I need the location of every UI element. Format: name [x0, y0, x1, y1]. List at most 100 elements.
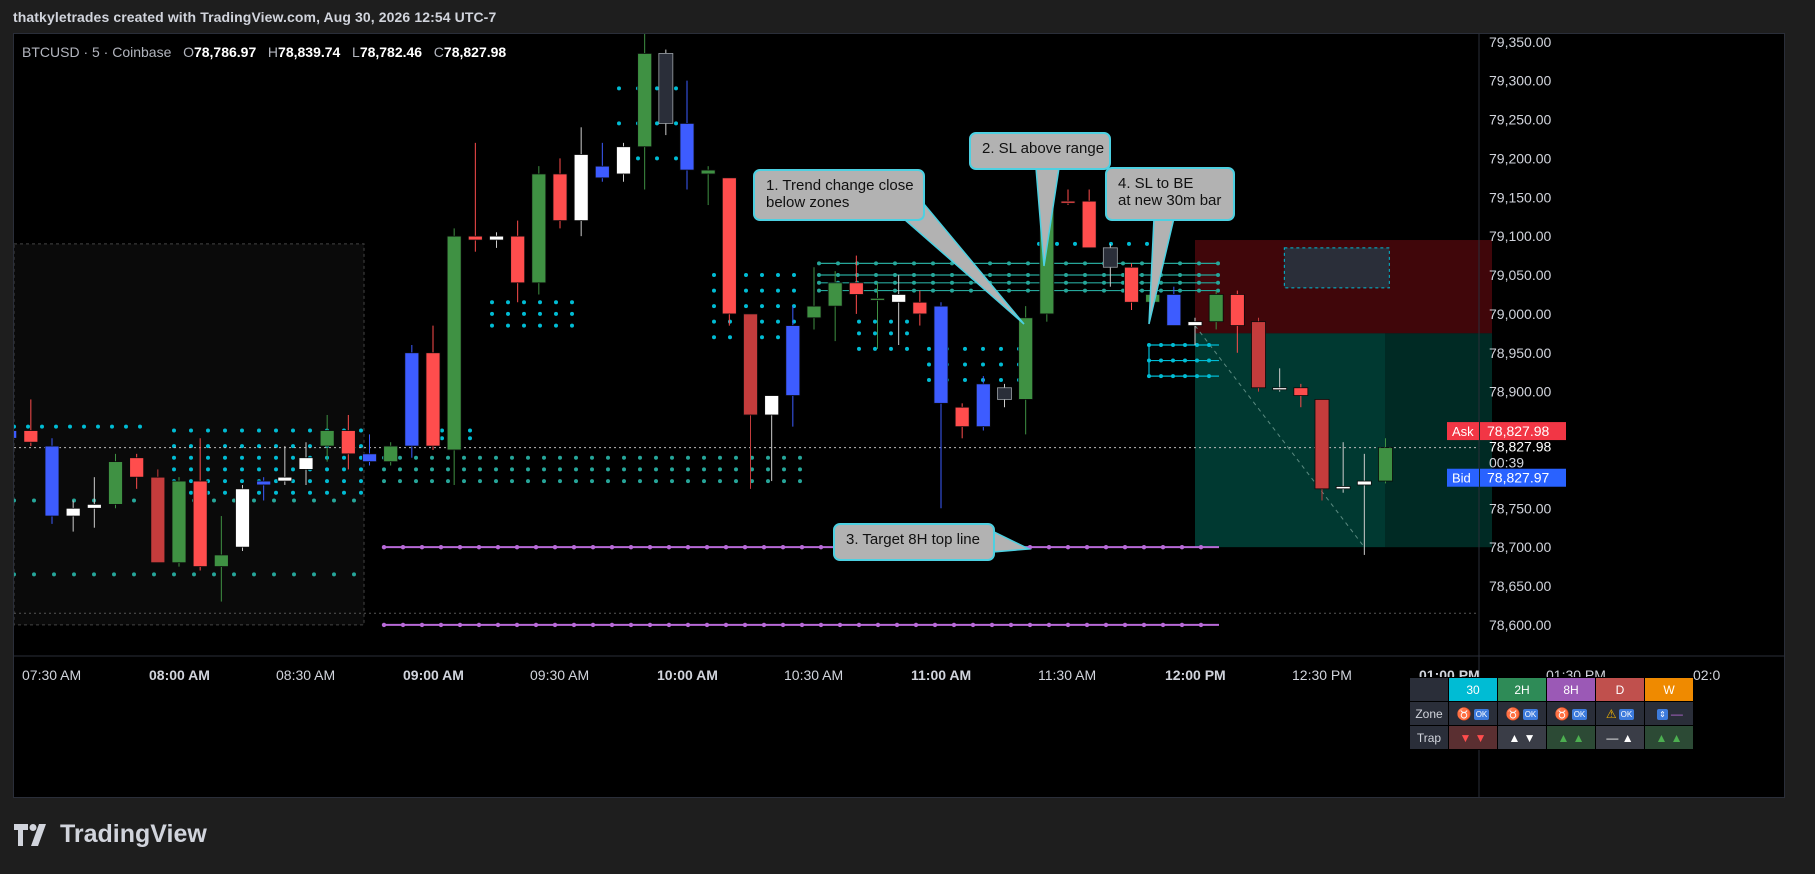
indicator-dot [382, 467, 386, 472]
resistance-dot [1102, 280, 1106, 285]
legend-symbol[interactable]: BTCUSD · 5 · Coinbase [22, 44, 171, 60]
indicator-dot [554, 323, 558, 328]
purple-dot [761, 622, 767, 628]
resistance-dot [836, 261, 840, 266]
zone-badge-2h: OK [1522, 708, 1539, 720]
purple-dot [438, 622, 444, 628]
indicator-dot [744, 304, 748, 309]
indicator-dot [670, 479, 674, 484]
time-tick-label: 11:00 AM [911, 667, 971, 683]
indicator-dot [766, 479, 770, 484]
indicator-dot [538, 300, 542, 305]
purple-dot [533, 622, 539, 628]
candle-body [870, 297, 885, 301]
candle-body [933, 305, 949, 404]
indicator-dot [223, 455, 227, 460]
price-tick-label: 79,350.00 [1489, 34, 1551, 50]
indicator-dot [905, 319, 909, 324]
indicator-dot [382, 479, 386, 484]
candle-body [298, 457, 314, 470]
indicator-dot [574, 467, 578, 472]
indicator-dot [776, 319, 780, 324]
indicator-dot [655, 121, 659, 126]
indicator-dot [776, 273, 780, 278]
indicator-dot [526, 455, 530, 460]
trap-cell-8h: ▲ ▲ [1546, 725, 1596, 750]
candle-body [14, 430, 18, 439]
candle-body [679, 123, 695, 171]
purple-dot [438, 544, 444, 550]
indicator-dot [54, 424, 58, 429]
indicator-dot [32, 498, 36, 503]
indicator-dot [963, 362, 967, 367]
indicator-dot [622, 479, 626, 484]
resistance-dot [1216, 280, 1220, 285]
purple-dot [1122, 544, 1128, 550]
resistance-dot [912, 280, 916, 285]
brand-name: TradingView [60, 820, 207, 848]
indicator-dot [873, 319, 877, 324]
indicator-dot [542, 455, 546, 460]
target-dot [1195, 343, 1199, 347]
resistance-dot [1121, 261, 1125, 266]
bar-countdown: 00:39 [1489, 455, 1524, 471]
indicator-dot [240, 467, 244, 472]
indicator-dot [927, 362, 931, 367]
resistance-dot [1140, 288, 1144, 293]
candle-body [256, 480, 272, 486]
purple-dot [647, 544, 653, 550]
target-dot [1171, 358, 1175, 363]
purple-dot [571, 544, 577, 550]
target-dot [1207, 358, 1211, 363]
candle-body [425, 352, 441, 447]
price-tick-label: 78,900.00 [1489, 384, 1551, 400]
resistance-dot [893, 261, 897, 266]
purple-dot [1084, 622, 1090, 628]
target-dot [1195, 374, 1199, 379]
indicator-dot [292, 572, 296, 577]
indicator-dot [240, 479, 244, 484]
indicator-dot [873, 331, 877, 336]
indicator-dot [510, 455, 514, 460]
indicator-dot [430, 479, 434, 484]
indicator-dot [308, 490, 312, 495]
indicator-dot [718, 479, 722, 484]
purple-dot [704, 622, 710, 628]
indicator-dot [590, 455, 594, 460]
purple-dot [894, 622, 900, 628]
callout-text: 3. Target 8H top line [846, 531, 980, 548]
indicator-dot [352, 572, 356, 577]
candle-body [1335, 486, 1351, 490]
indicator-dot [312, 498, 316, 503]
indicator-dot [670, 455, 674, 460]
indicator-dot [342, 455, 346, 460]
target-dot [1207, 343, 1211, 347]
indicator-dot [414, 479, 418, 484]
resistance-dot [893, 273, 897, 278]
candle-body [912, 301, 928, 315]
ohlc-legend: BTCUSD · 5 · Coinbase O78,786.97 H78,839… [22, 44, 506, 60]
indicator-dot [172, 572, 176, 577]
time-tick-label: 10:00 AM [657, 667, 718, 683]
indicator-dot [359, 428, 363, 433]
indicator-dot [760, 335, 764, 340]
resistance-dot [1102, 288, 1106, 293]
resistance-dot [836, 273, 840, 278]
indicator-dot [490, 323, 494, 328]
indicator-dot [325, 467, 329, 472]
indicator-dot [468, 428, 472, 433]
callout-text: 1. Trend change close [766, 177, 914, 194]
indicator-dot [712, 288, 716, 293]
indicator-dot [274, 455, 278, 460]
blocked-zone-box [1283, 247, 1390, 289]
purple-dot [704, 544, 710, 550]
resistance-dot [912, 273, 916, 278]
legend-close-value: 78,827.98 [443, 44, 507, 60]
candle-body [848, 282, 864, 295]
tradingview-logo-icon [14, 823, 46, 846]
resistance-dot [1083, 273, 1087, 278]
indicator-dot [674, 121, 678, 126]
purple-dot [457, 622, 463, 628]
purple-dot [590, 544, 596, 550]
indicator-dot [981, 346, 985, 351]
